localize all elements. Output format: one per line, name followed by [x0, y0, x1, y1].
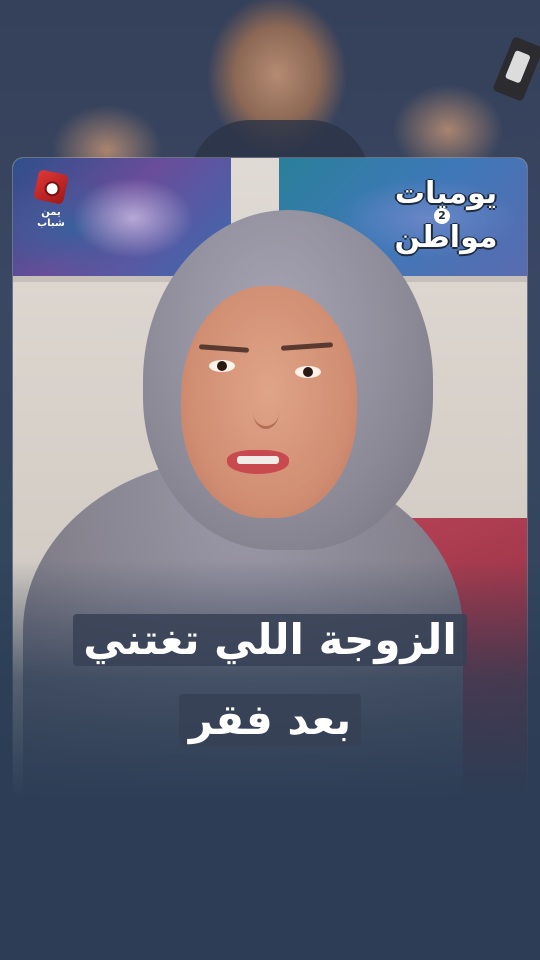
nose — [253, 396, 279, 429]
right-eye — [295, 366, 321, 378]
caption-line-2: بعد فقر — [0, 694, 540, 746]
season-badge: 2 — [434, 208, 450, 224]
channel-logo: يمن شباب — [32, 169, 70, 229]
caption-line-1-text: الزوجة اللي تغتني — [73, 614, 467, 666]
channel-logo-label: يمن شباب — [37, 207, 65, 229]
caption-line-2-text: بعد فقر — [178, 694, 362, 746]
mouth — [227, 450, 289, 474]
channel-logo-icon — [33, 169, 69, 205]
show-logo: يوميات مواطن 2 — [378, 172, 514, 255]
left-eye — [209, 360, 235, 372]
caption-line-1: الزوجة اللي تغتني — [0, 614, 540, 666]
